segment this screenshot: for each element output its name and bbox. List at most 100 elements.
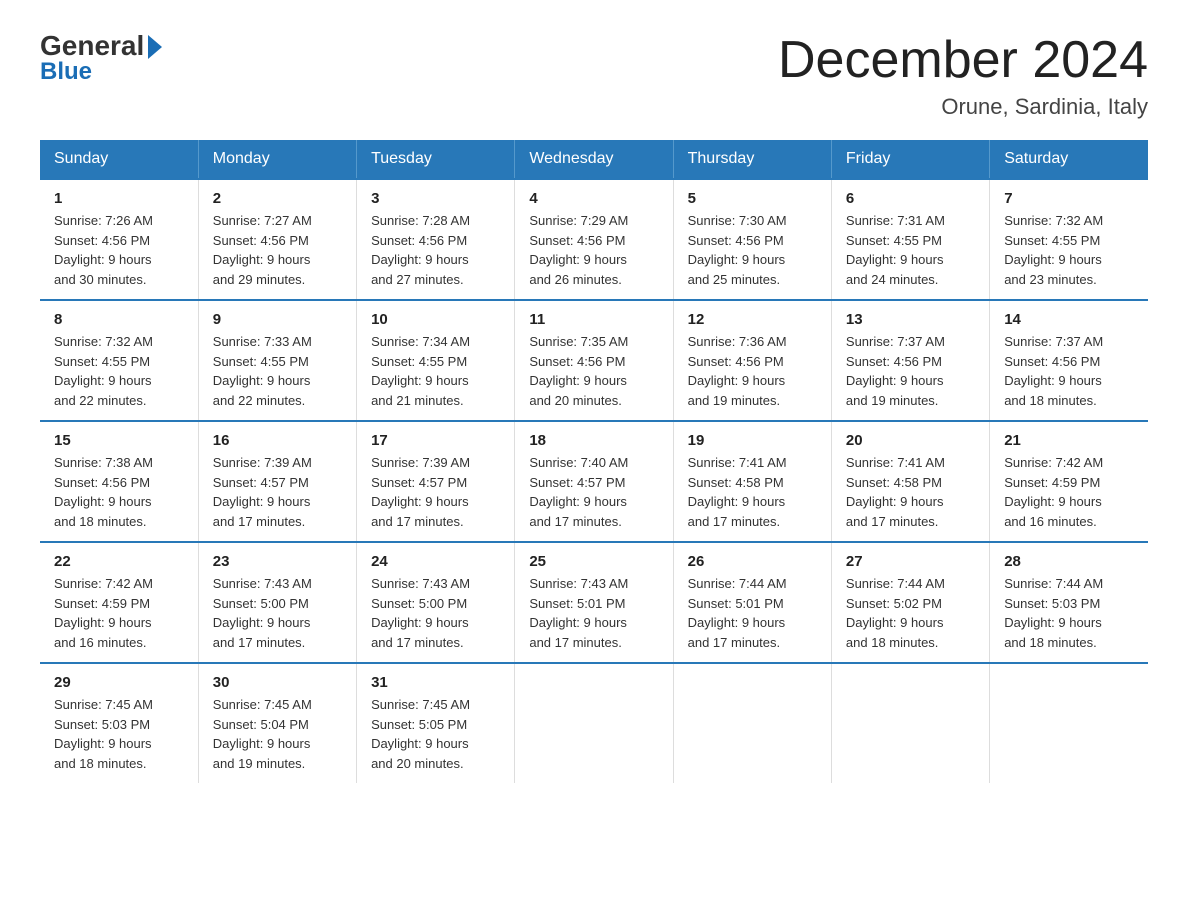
day-info: Sunrise: 7:45 AM Sunset: 5:04 PM Dayligh… [213, 695, 342, 773]
day-number: 14 [1004, 311, 1134, 328]
day-number: 20 [846, 432, 975, 449]
day-cell: 7 Sunrise: 7:32 AM Sunset: 4:55 PM Dayli… [990, 179, 1148, 300]
day-number: 19 [688, 432, 817, 449]
calendar-table: SundayMondayTuesdayWednesdayThursdayFrid… [40, 140, 1148, 783]
day-info: Sunrise: 7:41 AM Sunset: 4:58 PM Dayligh… [846, 453, 975, 531]
day-cell: 6 Sunrise: 7:31 AM Sunset: 4:55 PM Dayli… [831, 179, 989, 300]
day-number: 8 [54, 311, 184, 328]
header-thursday: Thursday [673, 140, 831, 179]
day-cell: 15 Sunrise: 7:38 AM Sunset: 4:56 PM Dayl… [40, 421, 198, 542]
day-cell: 13 Sunrise: 7:37 AM Sunset: 4:56 PM Dayl… [831, 300, 989, 421]
day-cell: 28 Sunrise: 7:44 AM Sunset: 5:03 PM Dayl… [990, 542, 1148, 663]
day-info: Sunrise: 7:27 AM Sunset: 4:56 PM Dayligh… [213, 211, 342, 289]
day-info: Sunrise: 7:42 AM Sunset: 4:59 PM Dayligh… [1004, 453, 1134, 531]
day-number: 29 [54, 674, 184, 691]
header-wednesday: Wednesday [515, 140, 673, 179]
day-info: Sunrise: 7:44 AM Sunset: 5:02 PM Dayligh… [846, 574, 975, 652]
day-cell: 11 Sunrise: 7:35 AM Sunset: 4:56 PM Dayl… [515, 300, 673, 421]
day-cell: 8 Sunrise: 7:32 AM Sunset: 4:55 PM Dayli… [40, 300, 198, 421]
day-number: 4 [529, 190, 658, 207]
day-number: 1 [54, 190, 184, 207]
day-cell: 21 Sunrise: 7:42 AM Sunset: 4:59 PM Dayl… [990, 421, 1148, 542]
day-cell: 1 Sunrise: 7:26 AM Sunset: 4:56 PM Dayli… [40, 179, 198, 300]
week-row-4: 22 Sunrise: 7:42 AM Sunset: 4:59 PM Dayl… [40, 542, 1148, 663]
day-number: 6 [846, 190, 975, 207]
header-sunday: Sunday [40, 140, 198, 179]
day-number: 18 [529, 432, 658, 449]
day-info: Sunrise: 7:39 AM Sunset: 4:57 PM Dayligh… [371, 453, 500, 531]
week-row-3: 15 Sunrise: 7:38 AM Sunset: 4:56 PM Dayl… [40, 421, 1148, 542]
day-cell: 20 Sunrise: 7:41 AM Sunset: 4:58 PM Dayl… [831, 421, 989, 542]
day-cell: 18 Sunrise: 7:40 AM Sunset: 4:57 PM Dayl… [515, 421, 673, 542]
day-info: Sunrise: 7:31 AM Sunset: 4:55 PM Dayligh… [846, 211, 975, 289]
day-info: Sunrise: 7:35 AM Sunset: 4:56 PM Dayligh… [529, 332, 658, 410]
day-info: Sunrise: 7:33 AM Sunset: 4:55 PM Dayligh… [213, 332, 342, 410]
day-number: 17 [371, 432, 500, 449]
day-cell: 14 Sunrise: 7:37 AM Sunset: 4:56 PM Dayl… [990, 300, 1148, 421]
day-cell: 22 Sunrise: 7:42 AM Sunset: 4:59 PM Dayl… [40, 542, 198, 663]
header-monday: Monday [198, 140, 356, 179]
day-cell: 2 Sunrise: 7:27 AM Sunset: 4:56 PM Dayli… [198, 179, 356, 300]
day-number: 30 [213, 674, 342, 691]
day-info: Sunrise: 7:43 AM Sunset: 5:01 PM Dayligh… [529, 574, 658, 652]
day-info: Sunrise: 7:40 AM Sunset: 4:57 PM Dayligh… [529, 453, 658, 531]
day-number: 21 [1004, 432, 1134, 449]
logo-arrow-icon [148, 35, 162, 59]
day-info: Sunrise: 7:36 AM Sunset: 4:56 PM Dayligh… [688, 332, 817, 410]
day-number: 26 [688, 553, 817, 570]
day-cell: 27 Sunrise: 7:44 AM Sunset: 5:02 PM Dayl… [831, 542, 989, 663]
day-cell: 26 Sunrise: 7:44 AM Sunset: 5:01 PM Dayl… [673, 542, 831, 663]
calendar-header-row: SundayMondayTuesdayWednesdayThursdayFrid… [40, 140, 1148, 179]
day-number: 22 [54, 553, 184, 570]
day-info: Sunrise: 7:45 AM Sunset: 5:05 PM Dayligh… [371, 695, 500, 773]
day-cell: 16 Sunrise: 7:39 AM Sunset: 4:57 PM Dayl… [198, 421, 356, 542]
day-cell: 5 Sunrise: 7:30 AM Sunset: 4:56 PM Dayli… [673, 179, 831, 300]
day-number: 5 [688, 190, 817, 207]
day-cell: 17 Sunrise: 7:39 AM Sunset: 4:57 PM Dayl… [357, 421, 515, 542]
week-row-5: 29 Sunrise: 7:45 AM Sunset: 5:03 PM Dayl… [40, 663, 1148, 783]
day-cell [831, 663, 989, 783]
day-number: 3 [371, 190, 500, 207]
header-friday: Friday [831, 140, 989, 179]
day-info: Sunrise: 7:37 AM Sunset: 4:56 PM Dayligh… [846, 332, 975, 410]
day-info: Sunrise: 7:45 AM Sunset: 5:03 PM Dayligh… [54, 695, 184, 773]
title-area: December 2024 Orune, Sardinia, Italy [778, 30, 1148, 120]
day-info: Sunrise: 7:44 AM Sunset: 5:01 PM Dayligh… [688, 574, 817, 652]
day-number: 31 [371, 674, 500, 691]
day-cell: 25 Sunrise: 7:43 AM Sunset: 5:01 PM Dayl… [515, 542, 673, 663]
day-number: 23 [213, 553, 342, 570]
day-cell: 24 Sunrise: 7:43 AM Sunset: 5:00 PM Dayl… [357, 542, 515, 663]
day-info: Sunrise: 7:34 AM Sunset: 4:55 PM Dayligh… [371, 332, 500, 410]
day-cell: 31 Sunrise: 7:45 AM Sunset: 5:05 PM Dayl… [357, 663, 515, 783]
day-number: 9 [213, 311, 342, 328]
day-info: Sunrise: 7:43 AM Sunset: 5:00 PM Dayligh… [371, 574, 500, 652]
day-number: 16 [213, 432, 342, 449]
day-cell: 29 Sunrise: 7:45 AM Sunset: 5:03 PM Dayl… [40, 663, 198, 783]
day-number: 12 [688, 311, 817, 328]
day-number: 13 [846, 311, 975, 328]
day-cell: 10 Sunrise: 7:34 AM Sunset: 4:55 PM Dayl… [357, 300, 515, 421]
day-number: 24 [371, 553, 500, 570]
day-cell: 4 Sunrise: 7:29 AM Sunset: 4:56 PM Dayli… [515, 179, 673, 300]
day-cell: 9 Sunrise: 7:33 AM Sunset: 4:55 PM Dayli… [198, 300, 356, 421]
day-info: Sunrise: 7:30 AM Sunset: 4:56 PM Dayligh… [688, 211, 817, 289]
page-header: General Blue December 2024 Orune, Sardin… [40, 30, 1148, 120]
day-cell [515, 663, 673, 783]
day-info: Sunrise: 7:28 AM Sunset: 4:56 PM Dayligh… [371, 211, 500, 289]
day-number: 25 [529, 553, 658, 570]
day-info: Sunrise: 7:32 AM Sunset: 4:55 PM Dayligh… [1004, 211, 1134, 289]
day-number: 28 [1004, 553, 1134, 570]
day-info: Sunrise: 7:32 AM Sunset: 4:55 PM Dayligh… [54, 332, 184, 410]
day-cell: 19 Sunrise: 7:41 AM Sunset: 4:58 PM Dayl… [673, 421, 831, 542]
day-info: Sunrise: 7:29 AM Sunset: 4:56 PM Dayligh… [529, 211, 658, 289]
day-info: Sunrise: 7:41 AM Sunset: 4:58 PM Dayligh… [688, 453, 817, 531]
day-cell [673, 663, 831, 783]
day-info: Sunrise: 7:39 AM Sunset: 4:57 PM Dayligh… [213, 453, 342, 531]
day-info: Sunrise: 7:42 AM Sunset: 4:59 PM Dayligh… [54, 574, 184, 652]
day-cell: 12 Sunrise: 7:36 AM Sunset: 4:56 PM Dayl… [673, 300, 831, 421]
header-tuesday: Tuesday [357, 140, 515, 179]
day-cell: 30 Sunrise: 7:45 AM Sunset: 5:04 PM Dayl… [198, 663, 356, 783]
week-row-2: 8 Sunrise: 7:32 AM Sunset: 4:55 PM Dayli… [40, 300, 1148, 421]
day-info: Sunrise: 7:44 AM Sunset: 5:03 PM Dayligh… [1004, 574, 1134, 652]
day-number: 27 [846, 553, 975, 570]
